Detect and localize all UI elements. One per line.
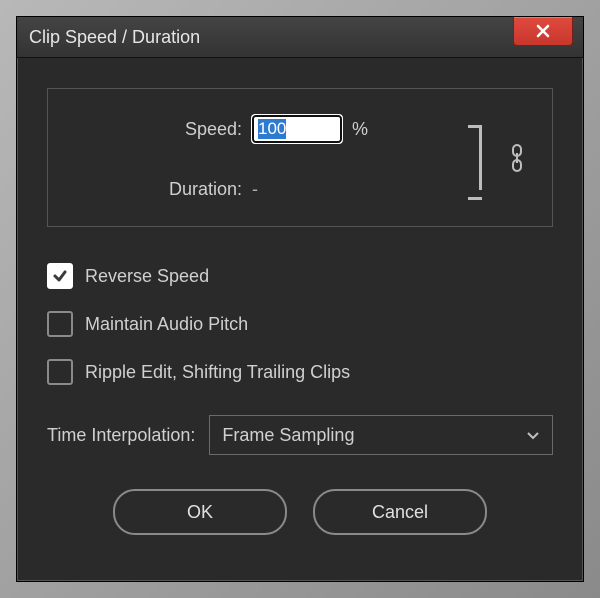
duration-value: -: [252, 179, 258, 200]
dialog-body: Speed: % Duration: -: [17, 58, 583, 555]
time-interpolation-label: Time Interpolation:: [47, 425, 195, 446]
link-bracket: [464, 115, 492, 200]
dialog-window: Clip Speed / Duration Speed: % Duration:…: [16, 16, 584, 582]
checkbox-box: [47, 359, 73, 385]
duration-label: Duration:: [72, 179, 242, 200]
close-icon: [535, 23, 551, 39]
speed-unit: %: [352, 119, 368, 140]
time-interpolation-select[interactable]: Frame Sampling: [209, 415, 553, 455]
ripple-edit-checkbox[interactable]: Ripple Edit, Shifting Trailing Clips: [47, 359, 553, 385]
time-interpolation-row: Time Interpolation: Frame Sampling: [47, 415, 553, 455]
checkbox-box: [47, 263, 73, 289]
titlebar-title: Clip Speed / Duration: [29, 27, 200, 48]
maintain-pitch-checkbox[interactable]: Maintain Audio Pitch: [47, 311, 553, 337]
dialog-buttons: OK Cancel: [47, 489, 553, 535]
checkbox-label: Reverse Speed: [85, 266, 209, 287]
select-value: Frame Sampling: [222, 425, 354, 446]
button-label: Cancel: [372, 502, 428, 523]
checkbox-label: Ripple Edit, Shifting Trailing Clips: [85, 362, 350, 383]
checkbox-box: [47, 311, 73, 337]
speed-duration-group: Speed: % Duration: -: [47, 88, 553, 227]
checkbox-label: Maintain Audio Pitch: [85, 314, 248, 335]
close-button[interactable]: [513, 17, 573, 46]
duration-row: Duration: -: [72, 179, 450, 200]
speed-row: Speed: %: [72, 115, 450, 143]
ok-button[interactable]: OK: [113, 489, 287, 535]
link-icon[interactable]: [510, 144, 524, 172]
cancel-button[interactable]: Cancel: [313, 489, 487, 535]
checkbox-group: Reverse Speed Maintain Audio Pitch Rippl…: [47, 263, 553, 385]
speed-input[interactable]: [252, 115, 342, 143]
checkmark-icon: [52, 268, 68, 284]
titlebar: Clip Speed / Duration: [17, 17, 583, 58]
button-label: OK: [187, 502, 213, 523]
chevron-down-icon: [526, 428, 540, 442]
reverse-speed-checkbox[interactable]: Reverse Speed: [47, 263, 553, 289]
speed-label: Speed:: [72, 119, 242, 140]
